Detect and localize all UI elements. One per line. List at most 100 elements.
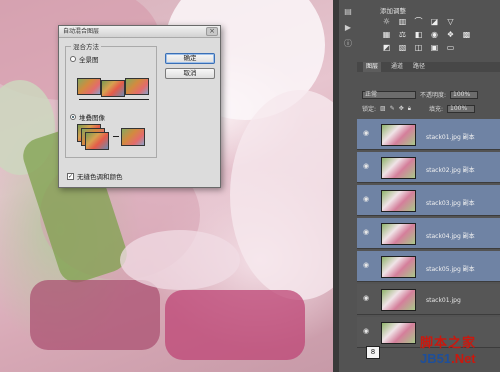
watermark-url: JB51.Net (420, 351, 476, 366)
tab-layers[interactable]: 图层 (363, 62, 382, 72)
black-white-icon[interactable]: ◧ (414, 31, 423, 39)
stack-preview-icon (77, 124, 151, 154)
actions-icon[interactable]: ▶ (343, 24, 353, 32)
layer-name: stack04.jpg 副本 (426, 233, 475, 240)
blend-opacity-row: 正常 不透明度: 100% (362, 90, 479, 99)
photo-filter-icon[interactable]: ◉ (430, 31, 439, 39)
layer-name: stack03.jpg 副本 (426, 200, 475, 207)
adjustments-row-3: ◩ ▧ ◫ ▣ ▭ (382, 44, 455, 52)
layer-row[interactable]: ◉ stack01.jpg (357, 284, 500, 315)
layer-thumbnail (381, 190, 416, 212)
curves-icon[interactable]: ⌒ (414, 18, 423, 26)
lock-pixels-icon[interactable]: ▨ (380, 105, 386, 112)
info-icon[interactable]: ⓘ (343, 40, 353, 48)
levels-icon[interactable]: ▥ (398, 18, 407, 26)
watermark-title: 脚本之家 (420, 336, 477, 351)
posterize-icon[interactable]: ▧ (398, 44, 407, 52)
ok-button[interactable]: 确定 (165, 53, 215, 64)
seamless-tones-checkbox-row[interactable]: ✓ 无缝色调和颜色 (67, 171, 123, 181)
close-icon[interactable]: × (206, 27, 218, 36)
stack-thumb-3 (85, 132, 109, 150)
canvas-petal-right (230, 90, 333, 300)
canvas-petal-lower (120, 230, 240, 290)
panorama-thumb-1 (77, 78, 101, 95)
adjustments-title: 添加调整 (380, 7, 406, 15)
layer-thumbnail (381, 157, 416, 179)
layer-thumbnail (381, 289, 416, 311)
tab-channels[interactable]: 通道 (391, 62, 403, 72)
eye-icon[interactable]: ◉ (363, 229, 371, 236)
lock-move-icon[interactable]: ✥ (399, 105, 404, 112)
eye-icon[interactable]: ◉ (363, 196, 371, 203)
fill-field[interactable]: 100% (447, 104, 475, 113)
eye-icon[interactable]: ◉ (363, 130, 371, 137)
dialog-titlebar[interactable]: 自动混合图层 × (59, 26, 220, 38)
brightness-icon[interactable]: ☼ (382, 18, 391, 26)
radio-panorama-label: 全景图 (79, 56, 99, 64)
cancel-button[interactable]: 取消 (165, 68, 215, 79)
layer-thumbnail (381, 322, 416, 344)
dock-collapse-strip[interactable] (333, 0, 339, 372)
adjustments-row-2: ▦ ⚖ ◧ ◉ ❖ ▩ (382, 31, 471, 39)
radio-panorama[interactable]: 全景图 (70, 54, 99, 64)
eye-icon[interactable]: ◉ (363, 262, 371, 269)
layer-row[interactable]: ◉ stack02.jpg 副本 (357, 152, 500, 183)
layer-name: stack02.jpg 副本 (426, 167, 475, 174)
adjustments-row-1: ☼ ▥ ⌒ ◪ ▽ (382, 18, 455, 26)
step-badge: 8 (366, 346, 380, 359)
layer-row[interactable]: ◉ stack03.jpg 副本 (357, 185, 500, 216)
dialog-title: 自动混合图层 (63, 28, 100, 35)
eye-icon[interactable]: ◉ (363, 163, 371, 170)
panorama-thumb-3 (125, 78, 149, 95)
gradient-map-icon[interactable]: ▭ (446, 44, 455, 52)
layer-name: stack01.jpg 副本 (426, 134, 475, 141)
layer-row[interactable]: ◉ stack04.jpg 副本 (357, 218, 500, 249)
channel-mixer-icon[interactable]: ❖ (446, 31, 455, 39)
blend-method-label: 混合方法 (71, 41, 101, 51)
eye-icon[interactable]: ◉ (363, 295, 371, 302)
opacity-label: 不透明度: (420, 92, 447, 99)
vibrance-icon[interactable]: ▽ (446, 18, 455, 26)
radio-stack-label: 堆叠图像 (79, 114, 105, 122)
layer-name: stack01.jpg (426, 297, 461, 304)
selective-color-icon[interactable]: ▣ (430, 44, 439, 52)
tab-paths[interactable]: 路径 (413, 62, 425, 72)
layer-thumbnail (381, 256, 416, 278)
fill-label: 填充: (428, 106, 443, 113)
lock-icon[interactable]: 🔒︎ (408, 105, 411, 113)
stack-result-thumb (121, 128, 145, 146)
canvas-stamen-right (165, 290, 305, 360)
radio-panorama-icon[interactable] (70, 56, 76, 62)
hue-saturation-icon[interactable]: ▦ (382, 31, 391, 39)
layer-row[interactable]: ◉ stack05.jpg 副本 (357, 251, 500, 282)
blend-mode-select[interactable]: 正常 (362, 90, 416, 99)
opacity-field[interactable]: 100% (450, 90, 479, 99)
color-balance-icon[interactable]: ⚖ (398, 31, 407, 39)
seamless-tones-label: 无缝色调和颜色 (77, 173, 123, 181)
eye-icon[interactable]: ◉ (363, 328, 371, 335)
invert-icon[interactable]: ◩ (382, 44, 391, 52)
panorama-thumb-2 (101, 80, 125, 97)
lock-brush-icon[interactable]: ✎ (390, 105, 395, 112)
panorama-preview-icon (77, 78, 151, 104)
history-icon[interactable]: ▤ (343, 8, 353, 16)
layer-name: stack05.jpg 副本 (426, 266, 475, 273)
stack-arrow (113, 136, 119, 137)
radio-stack[interactable]: 堆叠图像 (70, 112, 105, 122)
canvas-stamen-left (30, 280, 160, 350)
layer-thumbnail (381, 223, 416, 245)
lock-fill-row: 锁定: ▨ ✎ ✥ 🔒︎ 填充: 100% (362, 104, 475, 113)
panorama-arrow (79, 99, 149, 100)
lock-label: 锁定: (362, 106, 377, 113)
layers-tabbar: 图层 通道 路径 (357, 62, 500, 72)
radio-stack-icon[interactable] (70, 114, 76, 120)
watermark-url-main: JB51 (420, 351, 452, 366)
threshold-icon[interactable]: ◫ (414, 44, 423, 52)
layer-row[interactable]: ◉ stack01.jpg 副本 (357, 119, 500, 150)
exposure-icon[interactable]: ◪ (430, 18, 439, 26)
seamless-tones-checkbox[interactable]: ✓ (67, 172, 74, 180)
color-lookup-icon[interactable]: ▩ (462, 31, 471, 39)
layer-thumbnail (381, 124, 416, 146)
auto-blend-dialog: 自动混合图层 × 混合方法 全景图 堆叠图像 确定 取消 ✓ 无缝色调和颜色 (58, 25, 221, 188)
watermark-url-tail: .Net (451, 351, 476, 366)
